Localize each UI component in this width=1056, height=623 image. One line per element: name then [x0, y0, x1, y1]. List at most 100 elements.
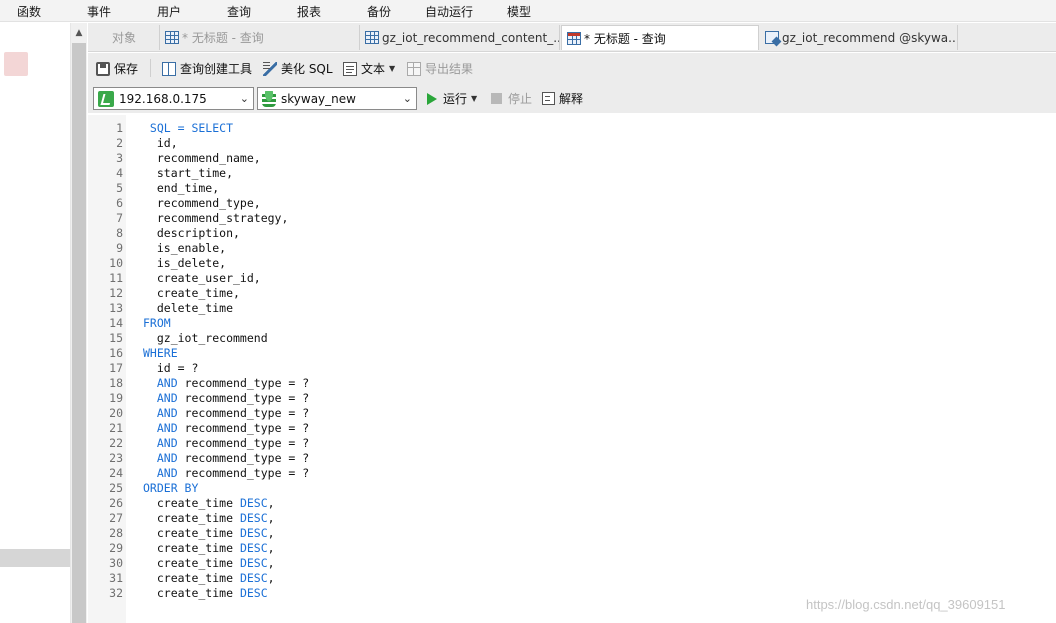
navigator-scrollbar[interactable]: ▲ [71, 23, 87, 623]
text-dropdown-button[interactable]: 文本 ▼ [343, 60, 395, 77]
sql-token: create_user_id, [143, 271, 261, 285]
scroll-up-icon[interactable]: ▲ [71, 25, 87, 41]
sql-keyword: AND [156, 406, 178, 420]
explain-icon [542, 92, 555, 105]
connection-select[interactable]: 192.168.0.175 ⌄ [93, 87, 254, 110]
code-line[interactable]: 29 create_time DESC, [88, 541, 1056, 556]
menu-backup[interactable]: 备份 [367, 3, 391, 20]
sql-keyword: DESC [239, 586, 268, 600]
sql-token: create_time [143, 511, 240, 525]
sql-editor[interactable]: 1 SQL = SELECT 2 id, 3 recommend_name, 4 st… [88, 115, 1056, 623]
tab-objects[interactable]: 对象 [88, 25, 160, 50]
sql-token: recommend_type = ? [177, 451, 310, 465]
code-line[interactable]: 11 create_user_id, [88, 271, 1056, 286]
line-text: AND recommend_type = ? [143, 376, 309, 391]
code-line[interactable]: 27 create_time DESC, [88, 511, 1056, 526]
sql-keyword: SQL = SELECT [143, 121, 234, 135]
database-icon [262, 90, 276, 107]
line-number: 22 [109, 436, 123, 450]
beautify-sql-button[interactable]: 美化 SQL [263, 60, 333, 77]
code-line[interactable]: 30 create_time DESC, [88, 556, 1056, 571]
tab-recommend-content-table[interactable]: gz_iot_recommend_content_... [360, 25, 560, 50]
code-line[interactable]: 23 AND recommend_type = ? [88, 451, 1056, 466]
sql-token: , [267, 541, 275, 555]
code-line[interactable]: 28 create_time DESC, [88, 526, 1056, 541]
code-line[interactable]: 31 create_time DESC, [88, 571, 1056, 586]
chevron-down-icon[interactable]: ▼ [471, 94, 477, 103]
stop-button[interactable]: 停止 [491, 90, 532, 107]
line-number: 31 [109, 571, 123, 585]
code-line[interactable]: 13 delete_time [88, 301, 1056, 316]
line-text: create_time DESC [143, 586, 268, 601]
code-line[interactable]: 7 recommend_strategy, [88, 211, 1056, 226]
code-line[interactable]: 17 id = ? [88, 361, 1056, 376]
tab-untitled-query-active[interactable]: * 无标题 - 查询 [561, 25, 759, 50]
menu-bar: 函数 事件 用户 查询 报表 备份 自动运行 模型 [0, 0, 1056, 22]
code-line[interactable]: 6 recommend_type, [88, 196, 1056, 211]
code-line[interactable]: 3 recommend_name, [88, 151, 1056, 166]
code-line[interactable]: 14 FROM [88, 316, 1056, 331]
explain-button[interactable]: 解释 [542, 90, 583, 107]
menu-users[interactable]: 用户 [157, 3, 181, 20]
code-line[interactable]: 15 gz_iot_recommend [88, 331, 1056, 346]
menu-model[interactable]: 模型 [507, 3, 531, 20]
sql-keyword: FROM [143, 316, 171, 330]
code-line[interactable]: 26 create_time DESC, [88, 496, 1056, 511]
code-line[interactable]: 19 AND recommend_type = ? [88, 391, 1056, 406]
database-select[interactable]: skyway_new ⌄ [257, 87, 417, 110]
line-number: 4 [116, 166, 123, 180]
export-results-button[interactable]: 导出结果 [407, 60, 473, 77]
sql-code[interactable]: 1 SQL = SELECT 2 id, 3 recommend_name, 4 st… [88, 121, 1056, 601]
sql-token: , [267, 571, 275, 585]
sql-token: end_time, [143, 181, 220, 195]
tab-untitled-query-1[interactable]: * 无标题 - 查询 [160, 25, 360, 50]
menu-functions[interactable]: 函数 [17, 3, 41, 20]
sql-token: create_time [143, 496, 240, 510]
menu-reports[interactable]: 报表 [297, 3, 321, 20]
sql-token: recommend_type = ? [177, 376, 310, 390]
code-line[interactable]: 25 ORDER BY [88, 481, 1056, 496]
code-line[interactable]: 16 WHERE [88, 346, 1056, 361]
code-line[interactable]: 12 create_time, [88, 286, 1056, 301]
sql-token: , [267, 496, 275, 510]
export-icon [407, 61, 421, 76]
code-line[interactable]: 21 AND recommend_type = ? [88, 421, 1056, 436]
line-text: recommend_name, [143, 151, 261, 166]
menu-events[interactable]: 事件 [87, 3, 111, 20]
scrollbar-thumb[interactable] [72, 43, 86, 623]
code-line[interactable]: 2 id, [88, 136, 1056, 151]
run-button[interactable]: 运行 ▼ [427, 90, 477, 107]
query-icon [165, 31, 179, 44]
sql-token: create_time [143, 541, 240, 555]
tab-label: * 无标题 - 查询 [584, 31, 666, 46]
save-button[interactable]: 保存 [96, 60, 138, 77]
code-line[interactable]: 5 end_time, [88, 181, 1056, 196]
tab-label: gz_iot_recommend @skywa... [782, 30, 958, 45]
line-number: 19 [109, 391, 123, 405]
play-icon [427, 92, 437, 105]
code-line[interactable]: 10 is_delete, [88, 256, 1056, 271]
sql-token: recommend_type, [143, 196, 261, 210]
code-line[interactable]: 22 AND recommend_type = ? [88, 436, 1056, 451]
code-line[interactable]: 9 is_enable, [88, 241, 1056, 256]
sql-token: create_time [143, 571, 240, 585]
code-line[interactable]: 24 AND recommend_type = ? [88, 466, 1056, 481]
code-line[interactable]: 8 description, [88, 226, 1056, 241]
menu-queries[interactable]: 查询 [227, 3, 251, 20]
stop-label: 停止 [508, 92, 533, 106]
query-builder-button[interactable]: 查询创建工具 [162, 60, 252, 77]
navigator-selected-row[interactable] [0, 549, 70, 567]
code-line[interactable]: 4 start_time, [88, 166, 1056, 181]
code-line[interactable]: 20 AND recommend_type = ? [88, 406, 1056, 421]
line-text: start_time, [143, 166, 233, 181]
sql-token: gz_iot_recommend [143, 331, 268, 345]
code-line[interactable]: 18 AND recommend_type = ? [88, 376, 1056, 391]
line-text: create_time DESC, [143, 511, 275, 526]
sql-keyword: DESC [239, 571, 268, 585]
tab-recommend-design[interactable]: gz_iot_recommend @skywa... [760, 25, 958, 50]
menu-automation[interactable]: 自动运行 [425, 3, 473, 20]
save-icon [96, 61, 110, 76]
code-line[interactable]: 1 SQL = SELECT [88, 121, 1056, 136]
line-number: 13 [109, 301, 123, 315]
